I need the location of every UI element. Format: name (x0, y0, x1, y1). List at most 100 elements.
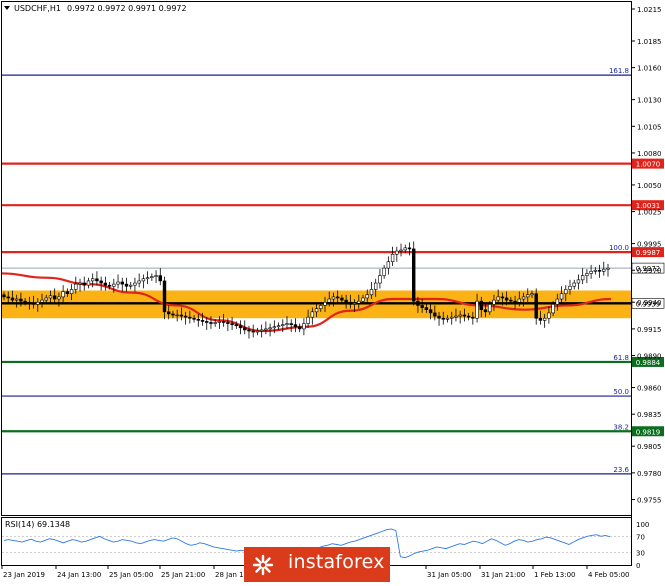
candle-body (323, 301, 327, 306)
candle-body (504, 297, 509, 301)
rsi-tick-1: 70 (636, 533, 645, 541)
candle-body (340, 297, 344, 301)
candle-body (137, 280, 141, 284)
candle-body (466, 315, 471, 318)
candle-body (500, 296, 505, 299)
candle-body (373, 282, 378, 290)
candle-body (251, 330, 255, 333)
candle-body (335, 296, 340, 299)
y-tick-14: 0.9835 (637, 411, 662, 419)
candle-body (306, 316, 310, 324)
y-tick-0: 1.0215 (637, 6, 662, 14)
candle-body (129, 284, 133, 287)
candle-body (14, 298, 19, 301)
candle-body (492, 299, 496, 305)
candle-body (310, 311, 315, 318)
candle-body (357, 300, 361, 304)
candle-body (192, 317, 196, 320)
candle-body (331, 296, 336, 300)
candle-body (281, 324, 285, 326)
candle-body (551, 304, 555, 314)
candle-body (196, 318, 200, 321)
candle-body (475, 300, 479, 319)
candle-body (433, 312, 437, 317)
candle-body (48, 295, 53, 299)
y-tick-9: 0.9970 (637, 267, 662, 275)
candle-body (289, 323, 293, 325)
candle-body (57, 296, 61, 300)
y-tick-1: 1.0185 (637, 38, 662, 46)
candle-body (209, 322, 213, 324)
candle-body (10, 297, 15, 301)
candle-body (167, 311, 171, 315)
candle-body (175, 314, 179, 317)
instaforex-logo-icon (252, 554, 274, 576)
candle-body (369, 289, 374, 296)
candle-body (390, 253, 395, 263)
chart-symbol: USDCHF,H1 (14, 4, 61, 13)
candle-body (348, 301, 353, 305)
candle (412, 241, 416, 306)
candle-body (580, 275, 585, 281)
candle-body (297, 326, 302, 330)
y-tick-7: 1.0025 (637, 209, 662, 217)
candle-body (268, 327, 272, 330)
y-tick-16: 0.9780 (637, 470, 662, 478)
candle-body (150, 276, 154, 279)
candle-body (344, 299, 348, 303)
candle-body (65, 291, 70, 295)
candle-body (547, 312, 551, 319)
candle-body (141, 278, 146, 282)
candle-body (589, 271, 593, 274)
candle-body (517, 298, 522, 303)
candle-body (272, 326, 277, 329)
y-tick-11: 0.9915 (637, 326, 662, 334)
candle-body (352, 302, 357, 305)
candle-body (479, 300, 483, 310)
candle-body (382, 267, 386, 276)
candle-body (86, 280, 91, 286)
candle-body (428, 309, 433, 314)
candle-body (420, 305, 424, 308)
candle-body (314, 308, 319, 313)
y-tick-13: 0.9860 (637, 385, 662, 393)
candle-body (19, 298, 23, 302)
candle-body (441, 317, 445, 320)
candle-body (564, 289, 568, 295)
candle-body (568, 285, 572, 290)
candle-body (602, 268, 606, 272)
y-tick-2: 1.0160 (637, 65, 662, 73)
x-tick-1: 24 Jan 13:00 (57, 571, 101, 579)
candle-body (416, 300, 420, 306)
y-tick-3: 1.0130 (637, 97, 662, 105)
candle-body (437, 315, 441, 319)
candle-body (483, 309, 488, 313)
candle-body (243, 327, 247, 331)
candle-body (597, 269, 602, 272)
rsi-tick-3: 0 (636, 562, 640, 570)
candle-body (205, 321, 209, 323)
candle-body (158, 275, 162, 282)
price-tag-1: 1.0070 (636, 161, 661, 169)
candle-body (23, 300, 27, 303)
candle-body (78, 282, 82, 285)
candle-body (27, 301, 32, 304)
candle-body (99, 280, 103, 284)
candle-body (327, 298, 331, 303)
y-tick-6: 1.0050 (637, 182, 662, 190)
candle-body (221, 321, 226, 323)
price-tag-3: 0.9987 (636, 249, 661, 257)
candle-body (450, 316, 454, 319)
candle-body (82, 282, 86, 286)
candle-body (6, 296, 10, 299)
x-tick-8: 4 Feb 05:00 (588, 571, 629, 579)
candle-body (154, 275, 158, 277)
candle-body (52, 295, 57, 300)
y-tick-5: 1.0080 (637, 150, 662, 158)
candle-body (69, 289, 74, 295)
x-tick-7: 1 Feb 13:00 (534, 571, 575, 579)
candle-body (145, 277, 150, 280)
candle-body (179, 314, 184, 317)
x-tick-3: 25 Jan 21:00 (161, 571, 205, 579)
chart-ohlc: 0.9972 0.9972 0.9971 0.9972 (67, 4, 187, 13)
